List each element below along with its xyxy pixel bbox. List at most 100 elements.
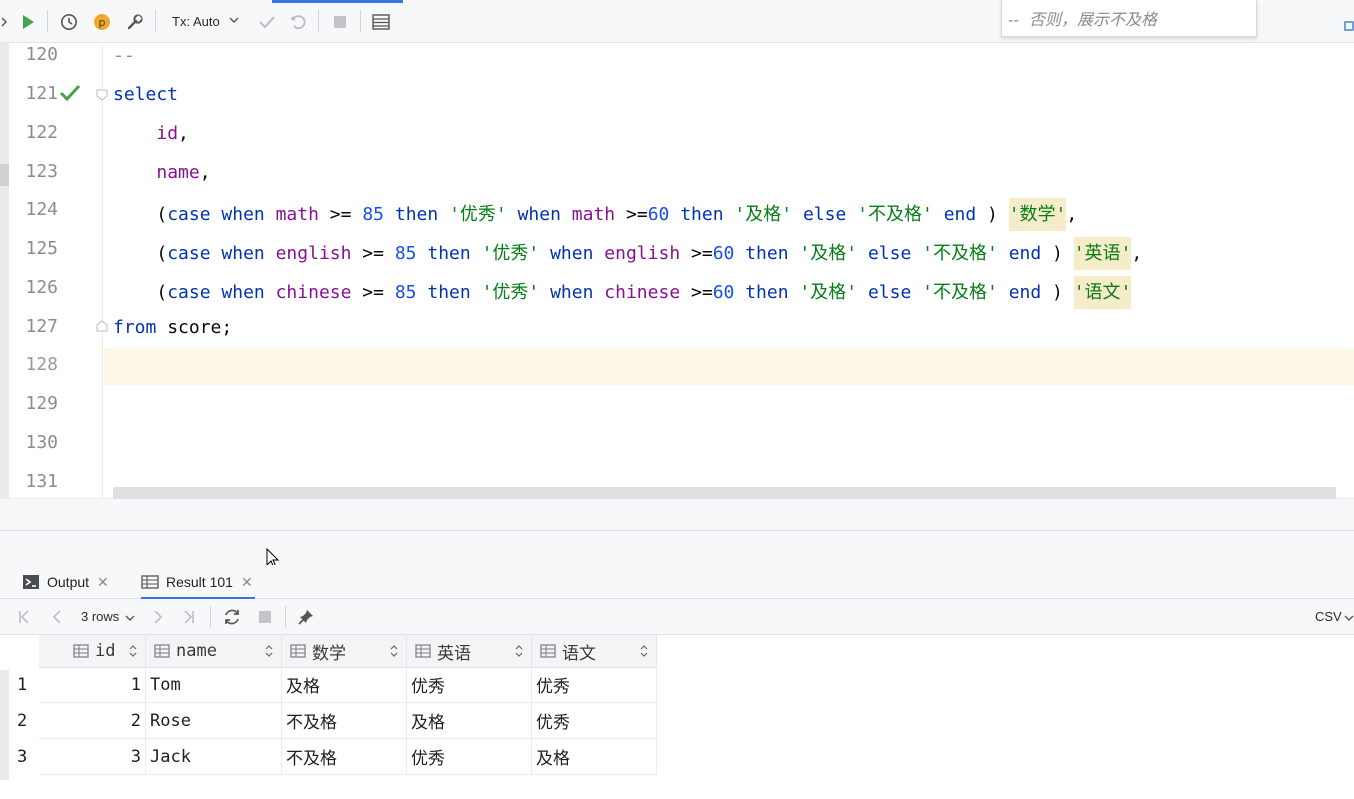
column-header-id[interactable]: id (39, 635, 146, 668)
close-icon[interactable]: ✕ (241, 574, 253, 591)
keyword: when (221, 282, 265, 303)
table-cell[interactable]: 1 (39, 667, 146, 703)
table-cell[interactable]: Rose (146, 703, 282, 739)
line-number: 130 (25, 432, 58, 453)
chevron-down-icon[interactable] (125, 614, 135, 622)
first-page-icon[interactable] (14, 607, 34, 627)
panel-splitter[interactable] (0, 530, 1354, 565)
column-header-english[interactable]: 英语 (407, 635, 532, 668)
code-line-124: (case when math >= 85 then '优秀' when mat… (113, 198, 1077, 231)
table-cell[interactable]: 不及格 (282, 739, 407, 775)
table-cell[interactable]: 2 (39, 703, 146, 739)
number-literal: 85 (394, 243, 417, 264)
last-page-icon[interactable] (179, 607, 199, 627)
close-icon[interactable]: ✕ (97, 574, 109, 591)
column-header-label: 英语 (437, 643, 471, 664)
code-line-125: (case when english >= 85 then '优秀' when … (113, 237, 1142, 270)
toolbar-divider (360, 10, 361, 32)
string-literal: '及格' (799, 243, 858, 264)
table-cell[interactable]: 优秀 (407, 667, 532, 703)
transaction-mode-select[interactable]: Tx: Auto (172, 14, 220, 29)
stop-icon[interactable] (328, 10, 352, 34)
table-cell[interactable]: Jack (146, 739, 282, 775)
refresh-icon[interactable] (221, 607, 243, 627)
keyword: end (1008, 243, 1042, 264)
row-number[interactable]: 1 (9, 667, 39, 703)
export-format-select[interactable]: CSV (1315, 609, 1342, 624)
string-literal: '优秀' (481, 282, 540, 303)
history-icon[interactable] (57, 10, 81, 34)
string-literal: '不及格' (922, 282, 998, 303)
string-literal: '不及格' (857, 204, 933, 225)
commit-icon[interactable] (255, 10, 279, 34)
keyword: case (167, 282, 211, 303)
column-header-label: 数学 (312, 643, 346, 664)
table-cell[interactable]: 及格 (532, 739, 657, 775)
svg-text:p: p (99, 16, 106, 29)
chevron-left-icon[interactable] (0, 10, 8, 34)
tab-output[interactable]: Output ✕ (22, 565, 109, 599)
column-header-math[interactable]: 数学 (282, 635, 407, 668)
table-cell[interactable]: 优秀 (532, 667, 657, 703)
line-number-gutter: 120 121 122 123 124 125 126 127 128 129 … (9, 43, 103, 498)
keyword: from (113, 317, 157, 338)
table-cell[interactable]: 优秀 (407, 739, 532, 775)
column-header-name[interactable]: name (146, 635, 282, 668)
table-cell[interactable]: 优秀 (532, 703, 657, 739)
table-cell[interactable]: 3 (39, 739, 146, 775)
results-tab-bar: Output ✕ Result 101 ✕ (0, 565, 1354, 600)
keyword: then (680, 204, 724, 225)
table-cell[interactable]: 不及格 (282, 703, 407, 739)
editor-left-strip (0, 43, 9, 530)
stop-icon[interactable] (255, 607, 275, 627)
sort-icon[interactable] (515, 645, 523, 657)
toolbar-divider (155, 10, 156, 32)
column-header-label: id (95, 641, 116, 661)
code-line-126: (case when chinese >= 85 then '优秀' when … (113, 276, 1132, 309)
page-size-select[interactable]: 3 rows (81, 609, 119, 624)
chevron-down-icon[interactable] (1344, 614, 1354, 622)
string-literal: '不及格' (922, 243, 998, 264)
code-line-120: -- (113, 45, 135, 66)
string-literal: '及格' (799, 282, 858, 303)
line-number: 124 (25, 199, 58, 220)
column-ref: math (275, 204, 319, 225)
fold-icon[interactable] (96, 320, 108, 332)
code-line-121: select (113, 84, 178, 108)
sort-icon[interactable] (640, 645, 648, 657)
operator: >= (691, 243, 713, 264)
window-restore-icon[interactable] (1344, 21, 1354, 31)
table-cell[interactable]: 及格 (407, 703, 532, 739)
table-view-icon[interactable] (369, 10, 393, 34)
column-icon (540, 644, 556, 658)
horizontal-scrollbar[interactable] (113, 487, 1336, 499)
wrench-icon[interactable] (123, 10, 147, 34)
pin-icon[interactable] (295, 607, 317, 627)
row-number[interactable]: 3 (9, 739, 39, 775)
column-header-chinese[interactable]: 语文 (532, 635, 657, 668)
table-cell[interactable]: 及格 (282, 667, 407, 703)
column-icon (73, 644, 89, 658)
rollback-icon[interactable] (286, 10, 310, 34)
previous-page-icon[interactable] (47, 607, 67, 627)
table-cell[interactable]: Tom (146, 667, 282, 703)
checkmark-icon (59, 84, 81, 102)
next-page-icon[interactable] (148, 607, 168, 627)
tab-label: Output (47, 574, 90, 590)
keyword: select (113, 84, 179, 105)
tab-result[interactable]: Result 101 ✕ (141, 565, 255, 600)
sort-icon[interactable] (265, 645, 273, 657)
chevron-down-icon[interactable] (229, 16, 239, 24)
run-button[interactable] (16, 10, 40, 34)
operator: >= (626, 204, 648, 225)
number-literal: 60 (712, 282, 735, 303)
sort-icon[interactable] (390, 645, 398, 657)
profiler-icon[interactable]: p (90, 10, 114, 34)
fold-icon[interactable] (96, 89, 108, 101)
sql-editor[interactable]: 120 121 122 123 124 125 126 127 128 129 … (0, 43, 1354, 530)
table-ref: score; (167, 317, 233, 338)
sort-icon[interactable] (129, 645, 137, 657)
string-literal: '优秀' (449, 204, 507, 225)
row-number[interactable]: 2 (9, 703, 39, 739)
number-literal: 60 (647, 204, 670, 225)
